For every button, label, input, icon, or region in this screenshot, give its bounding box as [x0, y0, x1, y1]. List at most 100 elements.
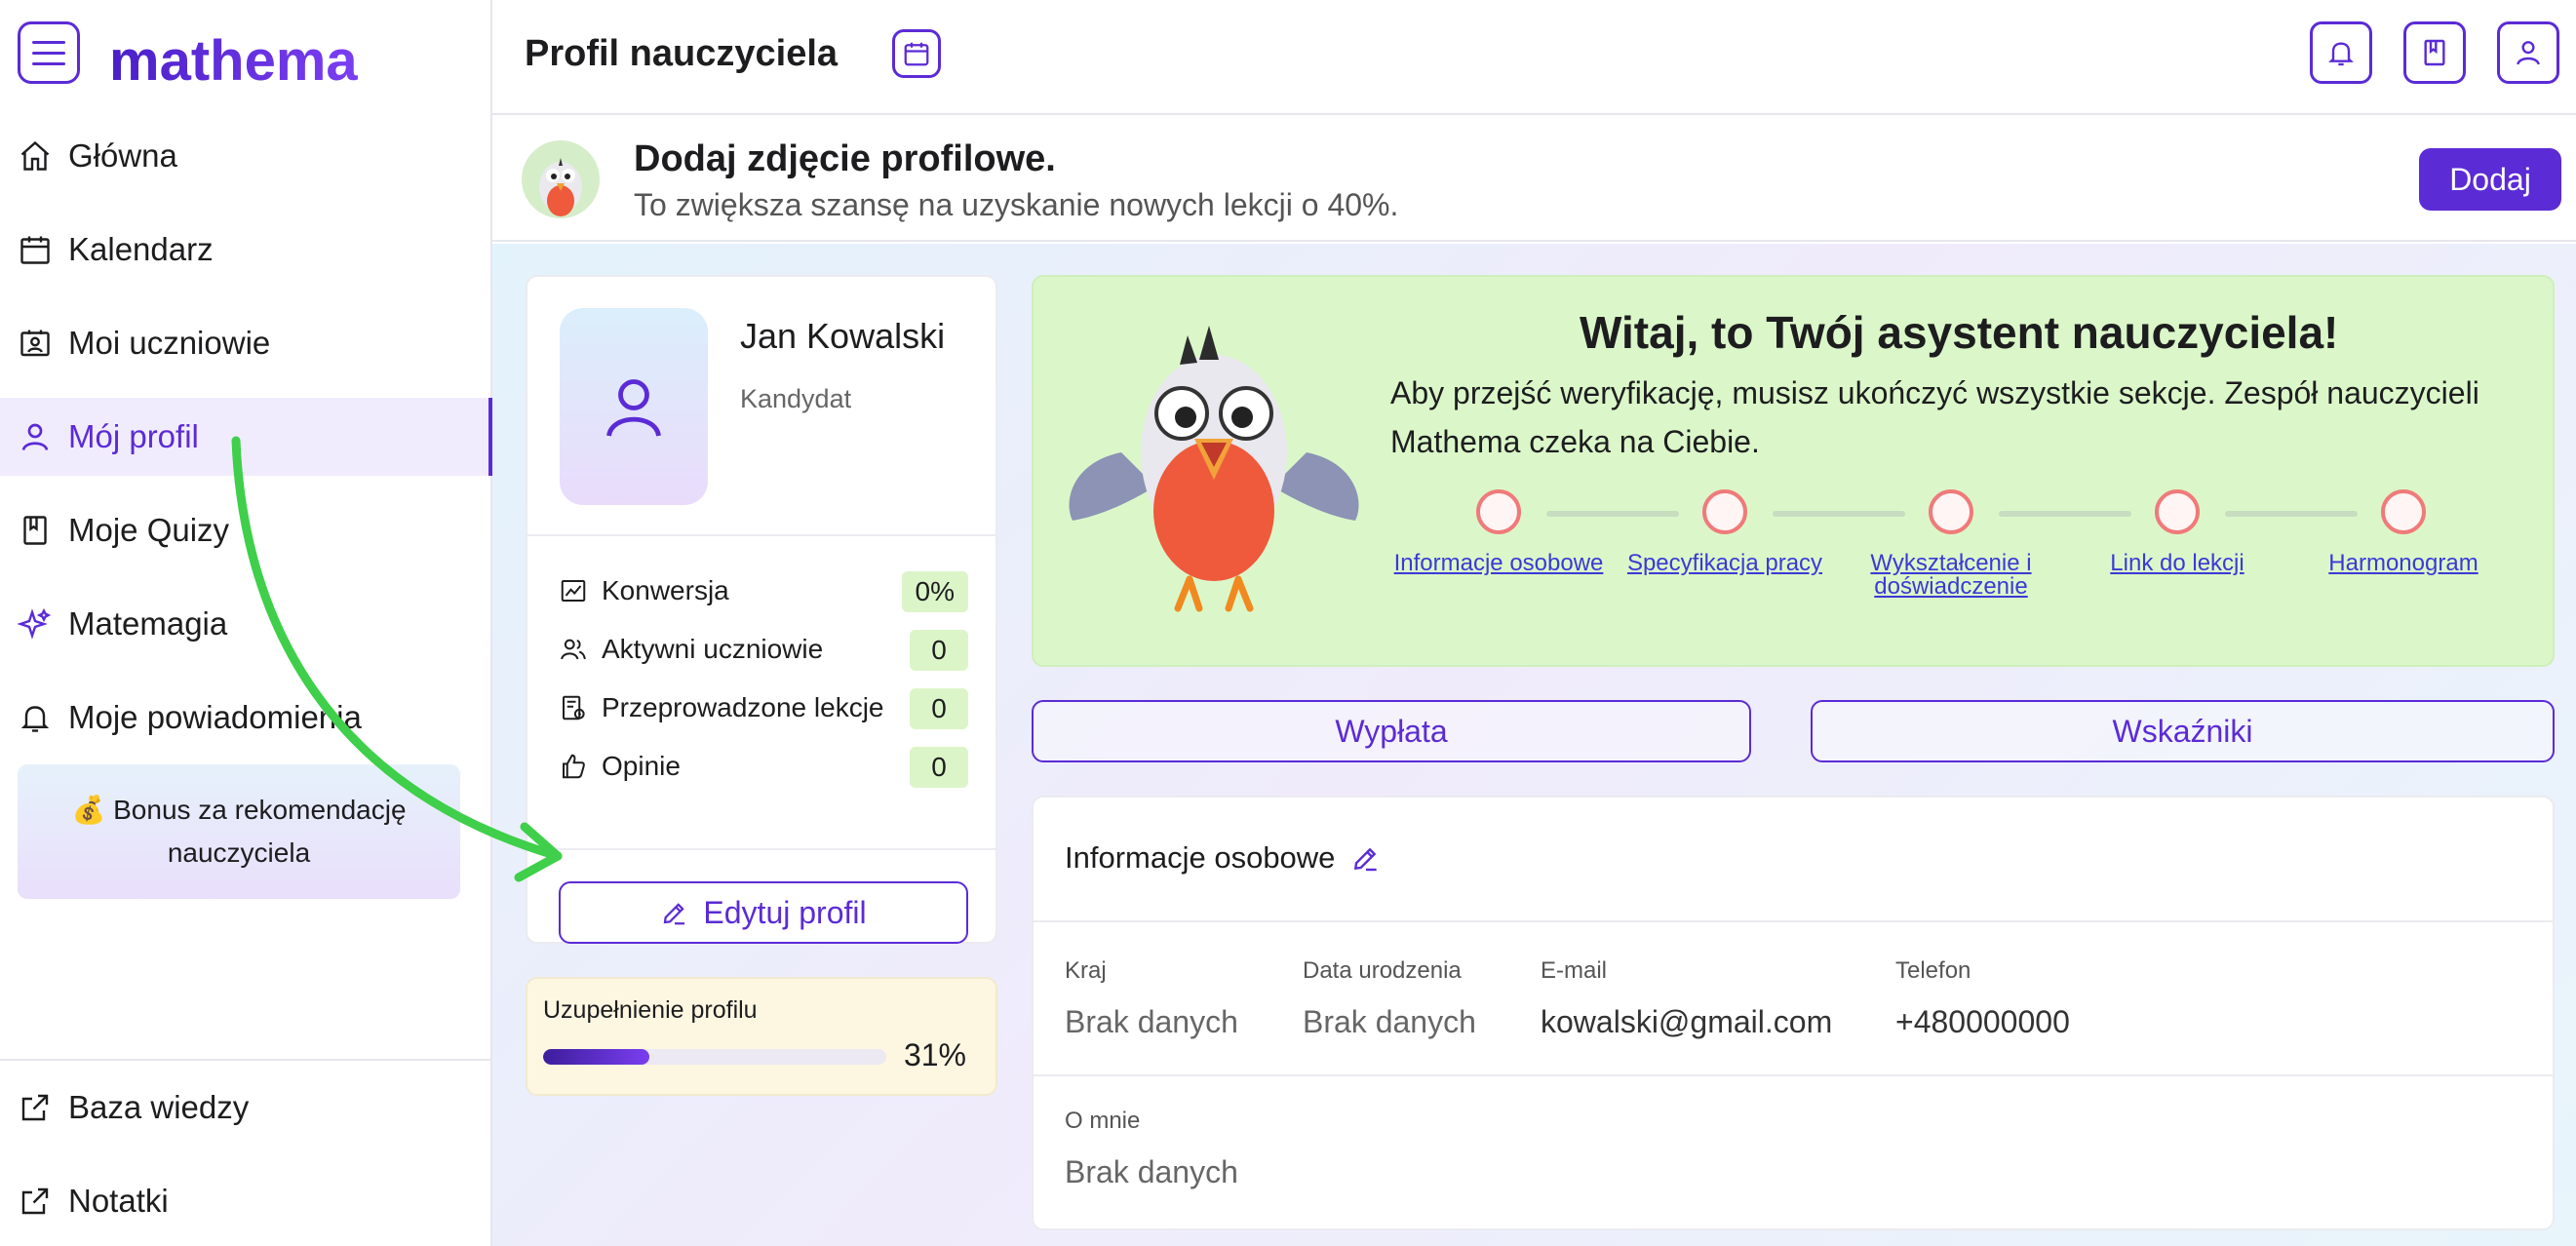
completion-percent: 31% — [903, 1037, 966, 1072]
chart-icon — [561, 580, 586, 602]
sidebar-item-quizzes[interactable]: Moje Quizy — [0, 491, 492, 569]
bell-icon — [20, 706, 50, 732]
indicators-button[interactable]: Wskaźniki — [1811, 700, 2555, 762]
step-label[interactable]: Informacje osobowe — [1390, 552, 1607, 575]
pencil-icon[interactable] — [1350, 842, 1382, 874]
profile-avatar[interactable] — [560, 308, 708, 505]
stat-lessons-held: Przeprowadzone lekcje 0 — [559, 686, 968, 729]
notifications-button[interactable] — [2310, 21, 2372, 84]
users-icon — [561, 639, 586, 660]
money-bag-icon: 💰 — [71, 795, 106, 825]
field-birth-date: Data urodzenia Brak danych — [1303, 957, 1476, 1040]
stat-value: 0 — [910, 747, 968, 788]
stat-label: Konwersja — [602, 575, 729, 605]
stat-label: Opinie — [602, 751, 681, 781]
field-value: Brak danych — [1065, 1004, 1238, 1039]
sidebar-item-label: Matemagia — [68, 605, 228, 642]
field-label: Data urodzenia — [1303, 957, 1462, 984]
divider — [1034, 1074, 2553, 1076]
banner-title: Dodaj zdjęcie profilowe. — [634, 138, 1056, 179]
field-value: Brak danych — [1065, 1154, 1238, 1189]
sidebar-item-my-profile[interactable]: Mój profil — [0, 398, 492, 476]
edit-profile-button[interactable]: Edytuj profil — [559, 881, 968, 944]
step-circle — [1476, 489, 1521, 534]
students-icon — [20, 330, 50, 357]
field-value: Brak danych — [1303, 1004, 1476, 1039]
lesson-icon — [563, 695, 585, 720]
payout-button[interactable]: Wypłata — [1032, 700, 1751, 762]
sidebar: mathema Główna Kalendarz Moi uczniowie M… — [0, 0, 492, 1246]
profile-photo-banner: Dodaj zdjęcie profilowe. To zwiększa sza… — [492, 117, 2576, 242]
bird-icon — [539, 158, 582, 216]
stat-active-students: Aktywni uczniowie 0 — [559, 628, 968, 671]
step-label[interactable]: Specyfikacja pracy — [1617, 552, 1833, 575]
menu-icon — [32, 40, 65, 44]
step-circle — [1929, 489, 1973, 534]
sidebar-item-label: Mój profil — [68, 418, 199, 454]
field-value: +480000000 — [1895, 1004, 2070, 1039]
stat-value: 0% — [901, 571, 968, 612]
top-bar: Profil nauczyciela — [492, 0, 2576, 115]
field-label: Kraj — [1065, 957, 1107, 984]
bonus-line-1: Bonus za rekomendację — [113, 795, 407, 825]
bird-mascot-icon — [1069, 326, 1359, 612]
step-label[interactable]: Link do lekcji — [2069, 552, 2285, 575]
banner-subtitle: To zwiększa szansę na uzyskanie nowych l… — [634, 187, 1399, 222]
step-circle — [1702, 489, 1747, 534]
field-email: E-mail kowalski@gmail.com — [1541, 957, 1832, 1040]
bookmark-icon — [23, 516, 47, 545]
personal-info-header: Informacje osobowe — [1065, 840, 1382, 876]
pencil-icon — [664, 903, 685, 925]
step-personal-info[interactable]: Informacje osobowe — [1390, 489, 1607, 575]
step-lesson-link[interactable]: Link do lekcji — [2069, 489, 2285, 575]
step-circle — [2381, 489, 2426, 534]
calendar-button[interactable] — [892, 29, 941, 78]
step-schedule[interactable]: Harmonogram — [2295, 489, 2512, 575]
sidebar-item-notes[interactable]: Notatki — [0, 1162, 492, 1240]
mascot-avatar — [522, 140, 600, 218]
sidebar-item-notifications[interactable]: Moje powiadomienia — [0, 679, 492, 757]
personal-info-title: Informacje osobowe — [1065, 840, 1336, 875]
step-work-specification[interactable]: Specyfikacja pracy — [1617, 489, 1833, 575]
sidebar-item-calendar[interactable]: Kalendarz — [0, 211, 492, 289]
sidebar-item-students[interactable]: Moi uczniowie — [0, 304, 492, 382]
welcome-description: Aby przejść weryfikację, musisz ukończyć… — [1390, 375, 2479, 459]
step-label[interactable]: Wykształcenie i doświadczenie — [1843, 552, 2059, 599]
thumbs-up-icon — [563, 754, 585, 779]
profile-name: Jan Kowalski — [740, 316, 946, 356]
sidebar-item-home[interactable]: Główna — [0, 117, 492, 195]
user-icon — [2517, 41, 2540, 65]
external-link-icon — [21, 1188, 49, 1215]
bonus-line-2: nauczyciela — [167, 837, 311, 868]
completion-progress-fill — [543, 1049, 650, 1065]
welcome-assistant-card: Witaj, to Twój asystent nauczyciela! Aby… — [1032, 275, 2555, 667]
menu-toggle-button[interactable] — [18, 21, 80, 84]
user-icon — [606, 379, 661, 437]
external-link-icon — [21, 1094, 49, 1121]
account-button[interactable] — [2497, 21, 2559, 84]
stat-value: 0 — [910, 630, 968, 671]
sidebar-item-knowledge-base[interactable]: Baza wiedzy — [0, 1069, 492, 1147]
field-country: Kraj Brak danych — [1065, 957, 1238, 1040]
sidebar-divider — [0, 1059, 492, 1061]
sidebar-item-matemagia[interactable]: Matemagia — [0, 585, 492, 663]
step-education-experience[interactable]: Wykształcenie i doświadczenie — [1843, 489, 2059, 599]
sidebar-item-label: Moje Quizy — [68, 512, 230, 548]
step-label[interactable]: Harmonogram — [2295, 552, 2512, 575]
welcome-title: Witaj, to Twój asystent nauczyciela! — [1580, 307, 2339, 358]
stat-conversion: Konwersja 0% — [559, 569, 968, 612]
stat-label: Przeprowadzone lekcje — [602, 692, 884, 722]
calendar-icon — [20, 236, 50, 264]
quizzes-button[interactable] — [2403, 21, 2466, 84]
sidebar-item-label: Moje powiadomienia — [68, 699, 362, 735]
referral-bonus-banner[interactable]: 💰 Bonus za rekomendację nauczyciela — [18, 764, 460, 899]
field-about-me: O mnie Brak danych — [1065, 1108, 1238, 1190]
stat-label: Aktywni uczniowie — [602, 634, 824, 664]
sidebar-item-label: Główna — [68, 137, 177, 174]
main-content: Jan Kowalski Kandydat Konwersja 0% Aktyw… — [492, 244, 2576, 1246]
stat-value: 0 — [910, 688, 968, 729]
add-photo-button[interactable]: Dodaj — [2419, 148, 2561, 211]
sparkle-icon — [18, 607, 52, 640]
bell-icon — [2328, 42, 2354, 66]
divider — [527, 534, 995, 536]
